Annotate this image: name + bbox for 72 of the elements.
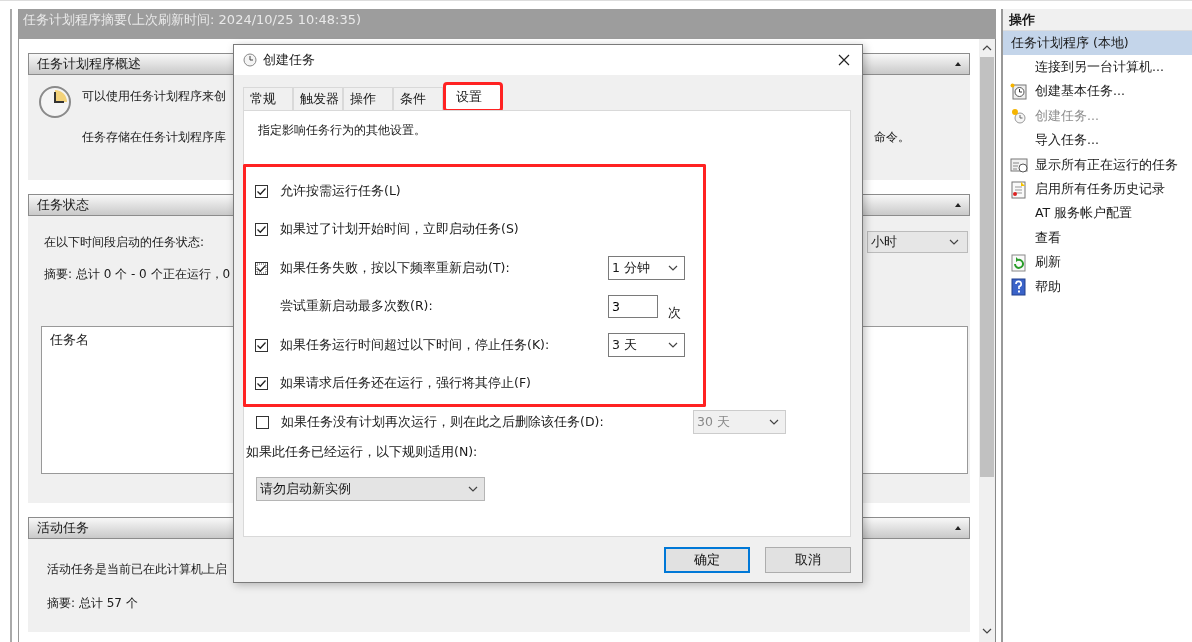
list-clock-icon: [1010, 156, 1028, 175]
dropdown[interactable]: 3 天: [608, 333, 685, 358]
unit-label: 次: [668, 305, 681, 323]
dialog-title: 创建任务: [263, 51, 316, 69]
clock-icon: [38, 85, 72, 119]
action-item[interactable]: 任务计划程序 (本地): [1003, 31, 1192, 56]
collapse-icon: [955, 62, 961, 66]
scroll-up-icon: [982, 45, 992, 51]
number-field[interactable]: 3: [608, 295, 658, 319]
summary-text: 摘要: 总计 0 个 - 0 个正在运行，0: [44, 266, 231, 283]
action-item[interactable]: 刷新: [1003, 250, 1192, 275]
checkbox[interactable]: [255, 338, 268, 352]
option-label: 允许按需运行任务(L): [280, 182, 402, 200]
description-text: 指定影响任务行为的其他设置。: [257, 122, 427, 139]
ok-button[interactable]: 确定: [664, 547, 750, 573]
chevron-down-icon: [668, 342, 678, 349]
rule-label: 如果此任务已经运行，以下规则适用(N):: [246, 443, 478, 461]
close-icon: [838, 54, 850, 66]
chevron-down-icon: [949, 239, 959, 245]
tab[interactable]: 常规: [243, 87, 293, 110]
status-label: 在以下时间段启动的任务状态:: [44, 233, 205, 251]
action-item[interactable]: 导入任务...: [1003, 128, 1192, 153]
checkbox[interactable]: [255, 223, 268, 237]
checkbox[interactable]: [255, 261, 268, 275]
action-item[interactable]: 创建基本任务...: [1003, 79, 1192, 105]
action-item[interactable]: 显示所有正在运行的任务: [1003, 152, 1192, 178]
option-label: 如果过了计划开始时间，立即启动任务(S): [280, 221, 520, 239]
option-label: 如果任务没有计划再次运行，则在此之后删除该任务(D):: [281, 413, 605, 431]
action-item[interactable]: 查看: [1003, 226, 1192, 251]
action-item[interactable]: AT 服务帐户配置: [1003, 201, 1192, 227]
collapse-icon: [955, 203, 961, 207]
pane-title: 操作: [1003, 9, 1192, 31]
option-label: 如果任务运行时间超过以下时间，停止任务(K):: [280, 336, 551, 354]
description-text: 可以使用任务计划程序来创: [82, 88, 226, 105]
option-label: 如果请求后任务还在运行，强行将其停止(F): [280, 375, 532, 393]
help-icon: [1010, 278, 1028, 297]
clock-icon: [1010, 82, 1028, 101]
checkbox[interactable]: [255, 184, 268, 198]
tab[interactable]: 设置: [445, 84, 501, 110]
panel-title: 任务计划程序摘要(上次刷新时间: 2024/10/25 10:48:35): [19, 9, 996, 39]
checkbox[interactable]: [256, 415, 269, 429]
tab[interactable]: 条件: [393, 87, 443, 110]
chevron-down-icon: [769, 419, 779, 425]
column-header[interactable]: 任务名: [50, 332, 89, 347]
collapse-icon: [955, 526, 961, 530]
scroll-thumb[interactable]: [980, 57, 994, 477]
action-item[interactable]: 启用所有任务历史记录: [1003, 177, 1192, 202]
section-title: 活动任务: [37, 519, 89, 537]
action-item[interactable]: 连接到另一台计算机...: [1003, 55, 1192, 80]
description-text: 命令。: [874, 129, 910, 146]
description-text: 任务存储在任务计划程序库: [82, 129, 226, 146]
checkbox[interactable]: [255, 377, 268, 391]
cancel-button[interactable]: 取消: [765, 547, 851, 573]
tab[interactable]: 操作: [343, 87, 393, 110]
tab[interactable]: 触发器: [293, 87, 343, 110]
notepad-icon: [1010, 180, 1028, 199]
scroll-down-icon: [982, 628, 992, 634]
option-label: 如果任务失败，按以下频率重新启动(T):: [280, 259, 511, 277]
chevron-down-icon: [468, 486, 478, 492]
clock-icon: [243, 53, 257, 67]
action-item[interactable]: 帮助: [1003, 274, 1192, 300]
refresh-icon: [1010, 253, 1028, 272]
option-label: 尝试重新启动最多次数(R):: [280, 298, 434, 316]
description-text: 活动任务是当前已在此计算机上启: [47, 561, 227, 578]
section-title: 任务状态: [37, 196, 89, 214]
clock-icon: [1010, 107, 1028, 126]
summary-text: 摘要: 总计 57 个: [47, 595, 138, 612]
dropdown[interactable]: 1 分钟: [608, 256, 685, 281]
dropdown[interactable]: 请勿启动新实例: [256, 477, 485, 501]
section-title: 任务计划程序概述: [37, 55, 141, 73]
period-dropdown[interactable]: 小时: [867, 231, 968, 253]
chevron-down-icon: [668, 265, 678, 272]
